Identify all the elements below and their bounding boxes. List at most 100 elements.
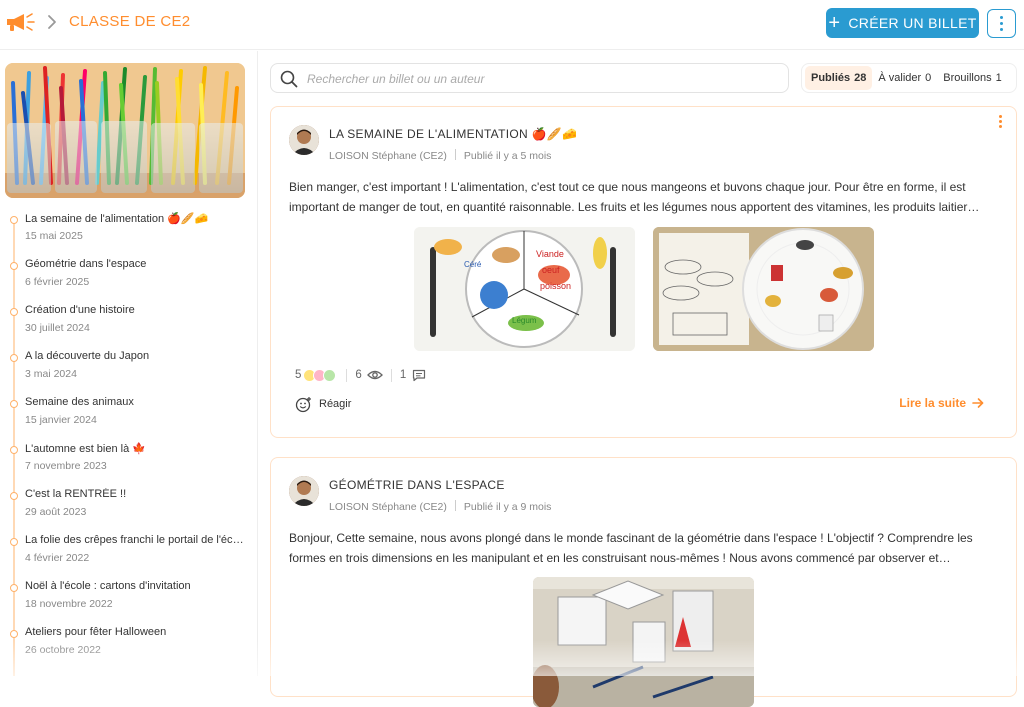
timeline-item-title: Création d'une histoire [25,304,135,316]
post-excerpt: Bien manger, c'est important ! L'aliment… [289,180,980,214]
post-author: LOISON Stéphane (CE2) [329,501,447,513]
timeline-item-date: 29 août 2023 [25,506,87,518]
timeline-item-date: 15 mai 2025 [25,230,83,242]
timeline-item-date: 4 février 2022 [25,552,90,564]
more-options-button[interactable] [987,9,1016,38]
reaction-emoji-icons [303,368,337,382]
read-more-label: Lire la suite [899,396,966,410]
plus-icon: + [828,12,841,34]
search-box [270,63,789,93]
timeline-dot [10,446,18,454]
timeline-item-date: 6 février 2025 [25,276,90,288]
timeline-item[interactable]: Noël à l'école : cartons d'invitation 18… [0,579,257,625]
timeline-item[interactable]: Géométrie dans l'espace 6 février 2025 [0,257,257,303]
filter-label: Publiés [811,72,851,84]
reactions-count[interactable]: 5 [295,369,301,381]
timeline-item-title: La semaine de l'alimentation 🍎🥖🧀 [25,213,209,225]
timeline-item[interactable]: C'est la RENTRÉE !! 29 août 2023 [0,487,257,533]
chevron-right-icon [48,15,56,29]
timeline-item-date: 30 juillet 2024 [25,322,90,334]
timeline-item-date: 26 octobre 2022 [25,644,101,656]
timeline-dot [10,538,18,546]
timeline-dot [10,400,18,408]
megaphone-icon[interactable] [4,11,36,33]
search-icon [280,70,298,88]
add-reaction-icon [295,396,311,412]
post-image[interactable]: Viande oeuf poisson Légum Céré [414,227,635,351]
timeline-item[interactable]: Création d'une histoire 30 juillet 2024 [0,303,257,349]
kebab-menu-icon [1000,16,1003,19]
timeline-item-title: C'est la RENTRÉE !! [25,488,127,500]
timeline-dot [10,492,18,500]
timeline-dot [10,584,18,592]
timeline-dot [10,216,18,224]
post-options-button[interactable] [996,115,1004,129]
timeline-item-title: Ateliers pour fêter Halloween [25,626,167,638]
timeline-item[interactable]: Semaine des animaux 15 janvier 2024 [0,395,257,441]
post-title[interactable]: LA SEMAINE DE L'ALIMENTATION 🍎🥖🧀 [329,127,577,141]
post-published-time: Publié il y a 5 mois [463,150,552,162]
timeline-item-title: Semaine des animaux [25,396,134,408]
filter-tab-to-validate[interactable]: À valider 0 [872,66,937,90]
timeline-item[interactable]: L'automne est bien là 🍁 7 novembre 2023 [0,441,257,487]
timeline-item-title: L'automne est bien là 🍁 [25,443,146,455]
timeline-item-date: 7 novembre 2023 [25,460,107,472]
kebab-menu-icon [998,115,1002,118]
post-stats: 5 6 1 [295,367,426,383]
post-author: LOISON Stéphane (CE2) [329,150,447,162]
image-label: Viande [536,249,564,259]
search-input[interactable] [307,70,767,88]
post-image[interactable] [533,577,754,707]
react-label: Réagir [319,398,352,410]
filter-label: À valider [878,72,922,84]
filter-label: Brouillons [943,72,992,84]
timeline-item-title: Noël à l'école : cartons d'invitation [25,580,191,592]
react-button[interactable]: Réagir [295,395,351,413]
timeline-item-title: A la découverte du Japon [25,350,150,362]
post-meta: LOISON Stéphane (CE2) Publié il y a 5 moi… [329,149,551,162]
avatar [289,125,319,155]
filter-count: 28 [854,72,867,84]
timeline-item[interactable]: Ateliers pour fêter Halloween 26 octobre… [0,625,257,671]
timeline-dot [10,262,18,270]
timeline-item-title: La folie des crêpes franchi le portail d… [25,534,247,546]
filter-tab-published[interactable]: Publiés 28 [805,66,873,90]
timeline-item[interactable]: A la découverte du Japon 3 mai 2024 [0,349,257,395]
timeline-dot [10,354,18,362]
timeline-item-date: 18 novembre 2022 [25,598,113,610]
timeline-item[interactable]: La folie des crêpes franchi le portail d… [0,533,257,579]
timeline-item[interactable]: La semaine de l'alimentation 🍎🥖🧀 15 mai … [0,211,257,257]
status-filter-tabs: Publiés 28 À valider 0 Brouillons 1 [801,63,1017,93]
eye-icon [366,370,383,380]
image-label: Céré [464,260,482,269]
post-title[interactable]: GÉOMÉTRIE DANS L'ESPACE [329,478,505,492]
top-bar: CLASSE DE CE2 + CRÉER UN BILLET [0,0,1024,50]
post-excerpt: Bonjour, Cette semaine, nous avons plong… [289,531,973,565]
filter-count: 1 [995,72,1002,84]
avatar [289,476,319,506]
image-label: oeuf [542,265,560,275]
post-card[interactable]: GÉOMÉTRIE DANS L'ESPACE LOISON Stéphane … [270,457,1017,707]
arrow-right-icon [972,398,984,408]
comment-icon[interactable] [412,369,426,382]
comments-count[interactable]: 1 [400,369,406,381]
filter-tab-drafts[interactable]: Brouillons 1 [937,66,1007,90]
post-published-time: Publié il y a 9 mois [463,501,552,513]
post-card[interactable]: LA SEMAINE DE L'ALIMENTATION 🍎🥖🧀 LOISON … [270,106,1017,438]
views-count: 6 [355,369,362,381]
timeline-item-title: Géométrie dans l'espace [25,258,147,270]
class-cover-image [5,63,245,198]
image-label: Légum [512,316,537,325]
image-label: poisson [540,281,571,291]
filter-count: 0 [925,72,932,84]
create-post-label: CRÉER UN BILLET [848,15,977,31]
post-image[interactable] [653,227,874,351]
timeline-dot [10,308,18,316]
post-meta: LOISON Stéphane (CE2) Publié il y a 9 moi… [329,500,551,513]
sidebar: La semaine de l'alimentation 🍎🥖🧀 15 mai … [0,51,258,676]
timeline-dot [10,630,18,638]
timeline-item-date: 15 janvier 2024 [25,414,97,426]
breadcrumb-class-title[interactable]: CLASSE DE CE2 [69,13,190,30]
create-post-button[interactable]: + CRÉER UN BILLET [826,8,979,38]
read-more-link[interactable]: Lire la suite [899,396,984,410]
